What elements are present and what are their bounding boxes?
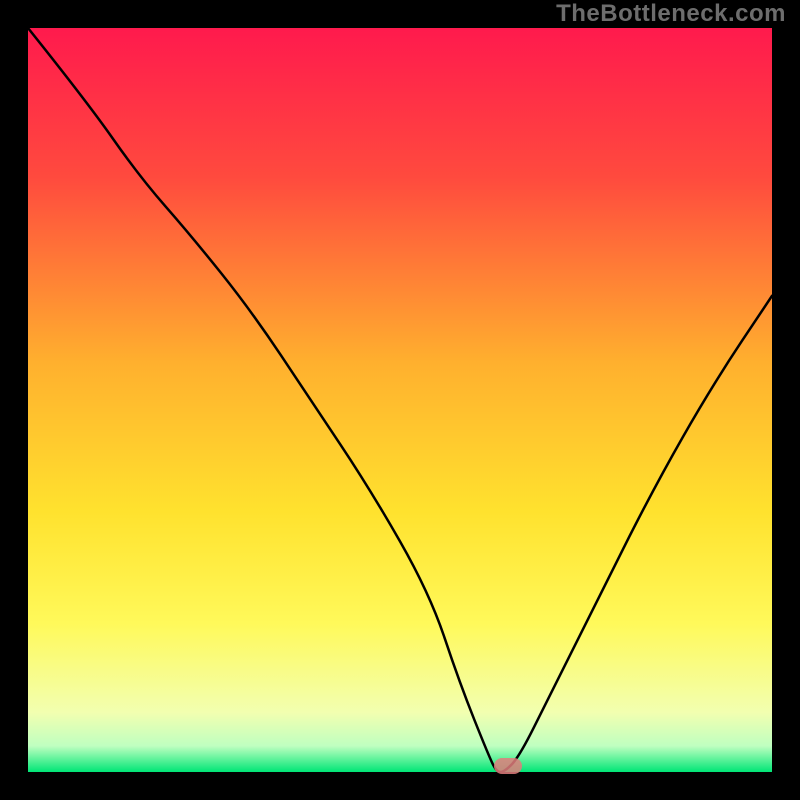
plot-svg bbox=[28, 28, 772, 772]
gradient-rect bbox=[28, 28, 772, 772]
chart-frame: TheBottleneck.com bbox=[0, 0, 800, 800]
watermark-text: TheBottleneck.com bbox=[556, 0, 786, 28]
optimal-marker bbox=[494, 758, 522, 774]
plot-area bbox=[28, 28, 772, 772]
